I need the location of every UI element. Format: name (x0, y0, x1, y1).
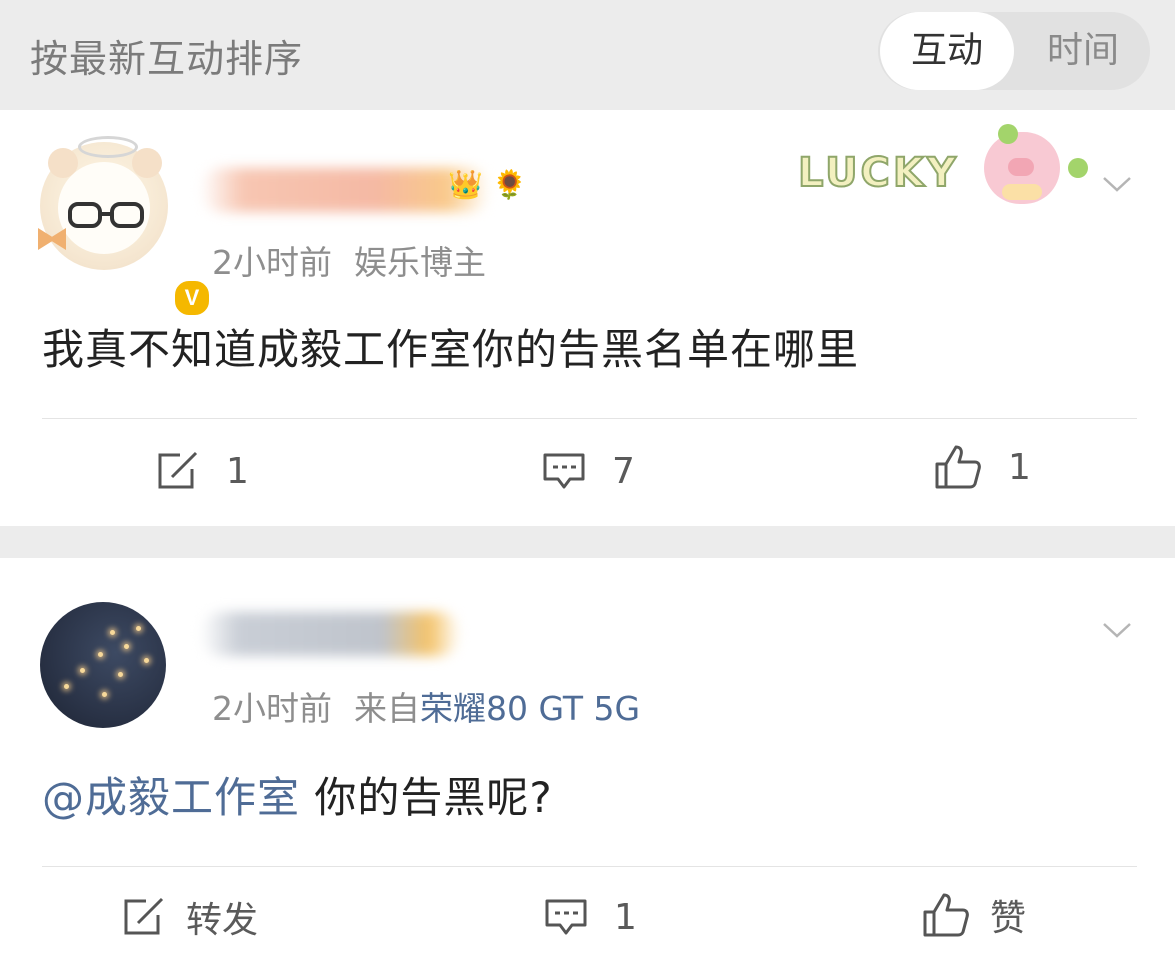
comment-button[interactable]: 7 (542, 448, 635, 494)
comment-body: 你的告黑呢? (300, 773, 553, 822)
mention-link[interactable]: @成毅工作室 (42, 773, 300, 822)
comment-card: V 👑 🌻 2小时前 娱乐博主 LUCKY 我真不知道成毅工作室你的告黑名单在哪里 (0, 110, 1175, 526)
avatar[interactable]: V (38, 136, 212, 318)
chevron-down-icon[interactable] (1102, 174, 1132, 194)
avatar-bow (38, 228, 66, 250)
avatar-sparkle (80, 668, 85, 673)
avatar-sparkle (136, 626, 141, 631)
pig-sticker (984, 132, 1060, 204)
sort-toggle: 互动 时间 (878, 12, 1150, 90)
username-blurred[interactable] (200, 168, 490, 212)
repost-count: 1 (226, 450, 249, 492)
comment-count: 1 (614, 896, 637, 938)
sort-bar: 按最新互动排序 互动 时间 (0, 0, 1175, 110)
comment-button[interactable]: 1 (544, 894, 637, 940)
like-count: 1 (1008, 446, 1031, 488)
sunflower-icon: 🌻 (492, 168, 527, 201)
repost-button[interactable]: 转发 (122, 894, 259, 941)
comment-count: 7 (612, 450, 635, 492)
like-icon (923, 893, 969, 937)
divider (42, 418, 1137, 419)
verified-icon: V (172, 278, 212, 318)
comment-icon (545, 899, 587, 935)
device-model-link[interactable]: 荣耀80 GT 5G (420, 689, 640, 728)
avatar-sparkle (118, 672, 123, 677)
avatar-sparkle (64, 684, 69, 689)
pig-snout (1008, 158, 1034, 176)
avatar-sparkle (102, 692, 107, 697)
comment-time: 2小时前 (212, 243, 332, 282)
comment-page: 按最新互动排序 互动 时间 V 👑 🌻 2小时前 娱乐博主 LUCKY 我真不知… (0, 0, 1175, 976)
like-icon (935, 445, 981, 489)
comment-meta: 2小时前 来自荣耀80 GT 5G (212, 682, 640, 730)
comment-card: 2小时前 来自荣耀80 GT 5G @成毅工作室 你的告黑呢? 转发 1 赞 (0, 558, 1175, 976)
divider (42, 866, 1137, 867)
avatar-glasses (68, 202, 144, 228)
device-source-prefix: 来自 (354, 689, 420, 728)
user-tag: 娱乐博主 (354, 243, 486, 282)
repost-icon (158, 451, 198, 489)
avatar-sparkle (98, 652, 103, 657)
like-button[interactable]: 赞 (922, 892, 1027, 939)
comment-icon (543, 453, 585, 489)
tab-time[interactable]: 时间 (1016, 12, 1150, 90)
avatar[interactable] (40, 602, 166, 728)
username-blurred[interactable] (200, 612, 460, 656)
tab-interaction[interactable]: 互动 (880, 12, 1014, 90)
avatar-sparkle (110, 630, 115, 635)
avatar-sparkle (124, 644, 129, 649)
sort-title: 按最新互动排序 (30, 37, 304, 81)
comment-text: @成毅工作室 你的告黑呢? (42, 764, 553, 825)
chevron-down-icon[interactable] (1102, 620, 1132, 640)
repost-label: 转发 (186, 900, 259, 941)
crown-icon: 👑 (448, 168, 483, 201)
avatar-ear (132, 148, 162, 178)
repost-button[interactable]: 1 (156, 448, 249, 494)
pig-bib (1002, 184, 1042, 200)
lucky-decoration: LUCKY (797, 124, 1098, 224)
avatar-halo (78, 136, 138, 158)
repost-icon (124, 897, 164, 935)
like-label: 赞 (990, 898, 1027, 939)
comment-time: 2小时前 (212, 689, 332, 728)
lucky-text: LUCKY (797, 149, 959, 197)
clover-icon (1068, 158, 1088, 178)
avatar-sparkle (144, 658, 149, 663)
clover-icon (998, 124, 1018, 144)
comment-meta: 2小时前 娱乐博主 (212, 236, 486, 284)
comment-text: 我真不知道成毅工作室你的告黑名单在哪里 (42, 325, 860, 374)
like-button[interactable]: 1 (934, 444, 1031, 490)
